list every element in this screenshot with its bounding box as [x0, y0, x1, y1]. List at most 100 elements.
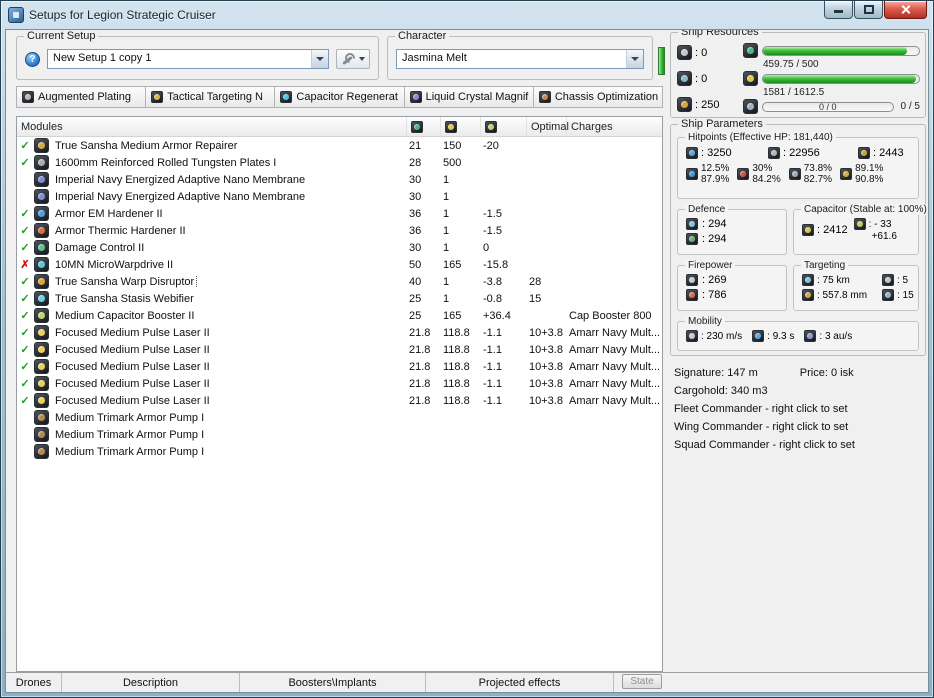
- targeting-range: : 75 km: [802, 274, 880, 286]
- subsystem-tab-electronics[interactable]: Tactical Targeting N: [145, 86, 276, 108]
- module-cap-value: 0: [483, 241, 490, 254]
- module-row[interactable]: ✓ Focused Medium Pulse Laser II 21.8 118…: [17, 358, 662, 375]
- subsystem-tab-label: Chassis Optimization: [554, 91, 659, 103]
- module-row[interactable]: ✓ True Sansha Stasis Webifier 25 1 -0.8 …: [17, 290, 662, 307]
- maximize-button[interactable]: [854, 1, 883, 19]
- targeting-range-icon: [802, 274, 814, 286]
- module-cpu-value: 21.8: [409, 343, 431, 356]
- targeting-range-value: : 75 km: [817, 274, 850, 286]
- state-button[interactable]: State: [622, 674, 662, 689]
- module-name: Focused Medium Pulse Laser II: [55, 377, 210, 390]
- module-row[interactable]: ✓ True Sansha Medium Armor Repairer 21 1…: [17, 137, 662, 154]
- module-charges-value: Amarr Navy Mult...: [569, 360, 661, 373]
- module-powergrid-value: 165: [443, 258, 462, 271]
- window-title: Setups for Legion Strategic Cruiser: [29, 8, 216, 22]
- close-button[interactable]: [884, 1, 927, 19]
- volley-value: : 269: [702, 274, 727, 286]
- ship-resources-panel: Ship Resources : 0 : 0 : 250 459.75 / 50…: [670, 30, 926, 118]
- shield-icon: [686, 147, 698, 159]
- module-row[interactable]: ✓ Focused Medium Pulse Laser II 21.8 118…: [17, 341, 662, 358]
- window: Setups for Legion Strategic Cruiser Curr…: [0, 0, 934, 698]
- fleet-commander-text[interactable]: Fleet Commander - right click to set: [674, 400, 928, 418]
- character-skill-indicator: [658, 47, 665, 75]
- module-status-icon: ✓: [20, 157, 30, 169]
- armor-hp-value: : 22956: [783, 147, 820, 159]
- subsystem-tab-offensive[interactable]: Liquid Crystal Magnif: [403, 86, 534, 108]
- pulse-laser-icon: [34, 342, 49, 357]
- module-row[interactable]: ✓ Armor EM Hardener II 36 1 -1.5: [17, 205, 662, 222]
- tab-description[interactable]: Description: [62, 673, 240, 692]
- powergrid-bar: [762, 73, 920, 84]
- module-row[interactable]: ✓ Focused Medium Pulse Laser II 21.8 118…: [17, 392, 662, 409]
- module-powergrid-value: 118.8: [443, 343, 470, 356]
- squad-commander-text[interactable]: Squad Commander - right click to set: [674, 436, 928, 454]
- module-row[interactable]: ✓ True Sansha Warp Disruptor 40 1 -3.8 2…: [17, 273, 662, 290]
- module-row[interactable]: ✓ Focused Medium Pulse Laser II 21.8 118…: [17, 324, 662, 341]
- module-row[interactable]: Imperial Navy Energized Adaptive Nano Me…: [17, 171, 662, 188]
- current-setup-group: Current Setup New Setup 1 copy 1: [16, 30, 379, 80]
- shield-hp: : 3250: [686, 147, 764, 159]
- chevron-down-icon: [311, 50, 328, 68]
- module-powergrid-value: 1: [443, 275, 450, 288]
- titlebar[interactable]: Setups for Legion Strategic Cruiser: [5, 1, 929, 27]
- module-name: Medium Trimark Armor Pump I: [55, 445, 205, 458]
- powergrid-bar-row: [743, 71, 920, 86]
- em-hardener-icon: [34, 206, 49, 221]
- structure-icon: [858, 147, 870, 159]
- module-cap-value: -1.1: [483, 394, 502, 407]
- tab-drones[interactable]: Drones: [6, 673, 62, 692]
- defence-reinforced-value: : 294: [702, 218, 727, 230]
- module-status-icon: ✓: [20, 327, 30, 339]
- targeting-group: Targeting : 75 km : 5: 557.8 mm: 15: [793, 260, 919, 311]
- module-row[interactable]: Imperial Navy Energized Adaptive Nano Me…: [17, 188, 662, 205]
- subsystem-tab-propulsion[interactable]: Chassis Optimization: [532, 86, 664, 108]
- upgrade-slots-text: 0 / 5: [900, 101, 920, 112]
- explosive-shield-resist: 89.1%: [855, 163, 884, 174]
- cpu-text: 459.75 / 500: [763, 59, 819, 70]
- character-select[interactable]: Jasmina Melt: [396, 49, 644, 69]
- module-cap-value: -1.1: [483, 343, 502, 356]
- module-cpu-value: 30: [409, 173, 422, 186]
- module-row[interactable]: ✓ Damage Control II 30 1 0: [17, 239, 662, 256]
- character-group: Character Jasmina Melt: [387, 30, 653, 80]
- module-row[interactable]: ✓ Medium Capacitor Booster II 25 165 +36…: [17, 307, 662, 324]
- module-row[interactable]: ✓ Focused Medium Pulse Laser II 21.8 118…: [17, 375, 662, 392]
- ship-resources-title: Ship Resources: [678, 30, 762, 38]
- help-icon[interactable]: [25, 51, 40, 67]
- armor-icon: [768, 147, 780, 159]
- subsystem-tab-engineering[interactable]: Capacitor Regenerat: [274, 86, 405, 108]
- defence-sustained-value: : 294: [702, 233, 727, 245]
- module-status-icon: ✗: [20, 259, 30, 271]
- module-status-icon: ✓: [20, 242, 30, 254]
- module-row[interactable]: Medium Trimark Armor Pump I: [17, 443, 662, 460]
- agility-icon: [752, 330, 765, 342]
- tab-projected-effects[interactable]: Projected effects: [426, 673, 614, 692]
- subsystem-icon: [22, 91, 34, 103]
- capacitor-recharge-value: +61.6: [871, 231, 897, 242]
- volley-damage: : 269: [686, 274, 780, 286]
- module-status-icon: ✓: [20, 310, 30, 322]
- module-optimal-value: 10+3.8: [529, 326, 563, 339]
- module-row[interactable]: ✓ Armor Thermic Hardener II 36 1 -1.5: [17, 222, 662, 239]
- setup-select[interactable]: New Setup 1 copy 1: [47, 49, 329, 69]
- tab-boosters-implants[interactable]: Boosters\Implants: [240, 673, 426, 692]
- module-row[interactable]: ✓ 1600mm Reinforced Rolled Tungsten Plat…: [17, 154, 662, 171]
- module-charges-value: Amarr Navy Mult...: [569, 377, 661, 390]
- module-row[interactable]: Medium Trimark Armor Pump I: [17, 409, 662, 426]
- module-powergrid-value: 118.8: [443, 394, 470, 407]
- module-charges-value: Amarr Navy Mult...: [569, 394, 661, 407]
- powergrid-icon: [743, 71, 758, 86]
- em-resist: 12.5% 87.9%: [686, 163, 729, 185]
- wing-commander-text[interactable]: Wing Commander - right click to set: [674, 418, 928, 436]
- current-setup-label: Current Setup: [24, 30, 99, 42]
- module-row[interactable]: Medium Trimark Armor Pump I: [17, 426, 662, 443]
- module-name: Damage Control II: [55, 241, 145, 254]
- setup-tools-button[interactable]: [336, 49, 370, 69]
- minimize-button[interactable]: [824, 1, 853, 19]
- module-row[interactable]: ✗ 10MN MicroWarpdrive II 50 165 -15.8: [17, 256, 662, 273]
- module-powergrid-value: 118.8: [443, 326, 470, 339]
- turret-icon: [677, 45, 692, 60]
- launcher-slots-value: : 0: [695, 72, 708, 85]
- subsystem-tab-defensive[interactable]: Augmented Plating: [16, 86, 147, 108]
- capacitor-icon: [485, 120, 497, 133]
